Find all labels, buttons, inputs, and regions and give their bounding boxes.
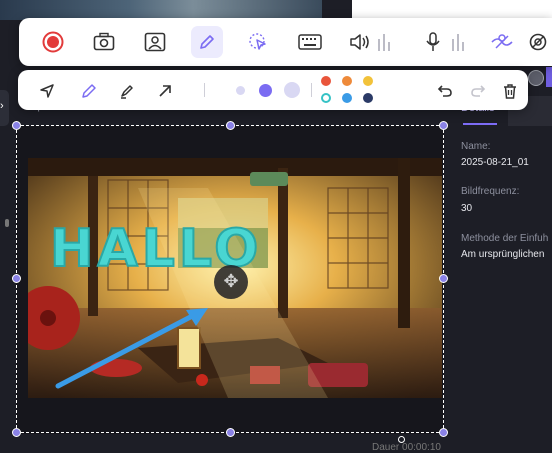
redo-button[interactable] [467, 80, 489, 102]
color-yellow[interactable] [363, 76, 373, 86]
webcam-button[interactable] [141, 28, 169, 56]
gesture-icon [491, 34, 513, 49]
timeline-handle[interactable] [398, 436, 405, 443]
background-photo-strip [0, 0, 322, 20]
tool-pointer-arrow[interactable] [36, 80, 58, 102]
method-value: Am ursprünglichen [461, 249, 545, 260]
resize-handle-left[interactable] [12, 274, 21, 283]
resize-handle-bottom-right[interactable] [439, 428, 448, 437]
size-dot-small [235, 85, 245, 95]
navigation-arrow-icon [40, 84, 54, 98]
color-navy[interactable] [363, 93, 373, 103]
resize-handle-top[interactable] [226, 121, 235, 130]
clear-button[interactable] [499, 80, 521, 102]
avatar[interactable] [528, 70, 544, 86]
screenshot-button[interactable] [90, 28, 118, 56]
cursor-effect-button[interactable] [244, 28, 272, 56]
keyboard-icon [298, 34, 322, 50]
pen-icon [200, 35, 214, 49]
accent-strip [546, 67, 552, 87]
color-red[interactable] [321, 76, 331, 86]
cursor-click-icon [249, 33, 266, 50]
background-window [352, 0, 552, 20]
stroke-size-small[interactable] [233, 83, 247, 97]
framerate-value: 30 [461, 203, 473, 214]
record-icon [42, 31, 64, 53]
name-label: Name: [461, 141, 491, 152]
active-tab-indicator [463, 123, 497, 125]
microphone-button[interactable] [421, 28, 473, 56]
color-teal-selected[interactable] [321, 93, 331, 103]
record-button[interactable] [39, 28, 67, 56]
resize-handle-top-right[interactable] [439, 121, 448, 130]
name-value: 2025-08-21_01 [461, 157, 529, 168]
tool-marker[interactable] [116, 80, 138, 102]
draw-toolbar [18, 70, 528, 110]
size-dot-large [284, 82, 300, 98]
stroke-size-large[interactable] [283, 81, 301, 99]
trash-icon [504, 84, 516, 99]
collapse-panel-button[interactable]: › [0, 90, 9, 126]
ai-gesture-button[interactable] [488, 28, 516, 56]
resize-handle-bottom-left[interactable] [12, 428, 21, 437]
color-orange[interactable] [342, 76, 352, 86]
undo-button[interactable] [434, 80, 456, 102]
microphone-icon [426, 32, 464, 51]
arrow-up-right-icon [159, 85, 171, 97]
keyboard-button[interactable] [296, 28, 324, 56]
webcam-icon [144, 32, 166, 52]
speaker-icon [350, 34, 390, 51]
tool-arrow[interactable] [154, 80, 176, 102]
pencil-icon [82, 84, 96, 98]
move-handle[interactable]: ✥ [214, 265, 248, 299]
resize-handle-right[interactable] [439, 274, 448, 283]
settings-button[interactable] [524, 28, 552, 56]
chevron-right-icon: › [0, 100, 4, 112]
resize-handle-bottom[interactable] [226, 428, 235, 437]
resize-grip[interactable] [5, 219, 9, 227]
system-audio-button[interactable] [347, 28, 399, 56]
main-toolbar [19, 18, 552, 66]
tool-pencil[interactable] [78, 80, 100, 102]
toolbar-divider [204, 83, 205, 97]
method-label: Methode der Einfuh [461, 233, 549, 244]
redo-icon [471, 85, 486, 97]
color-blue[interactable] [342, 93, 352, 103]
framerate-label: Bildfrequenz: [461, 186, 520, 197]
draw-button[interactable] [191, 26, 223, 58]
gear-icon [529, 33, 547, 51]
stroke-size-medium[interactable] [257, 82, 273, 98]
resize-handle-top-left[interactable] [12, 121, 21, 130]
camera-icon [93, 32, 115, 51]
undo-icon [437, 85, 452, 97]
marker-icon [121, 85, 133, 99]
move-icon: ✥ [223, 271, 239, 291]
duration-text: Dauer 00:00:10 [372, 442, 441, 453]
size-dot-medium [258, 83, 272, 97]
toolbar-divider [311, 83, 312, 97]
